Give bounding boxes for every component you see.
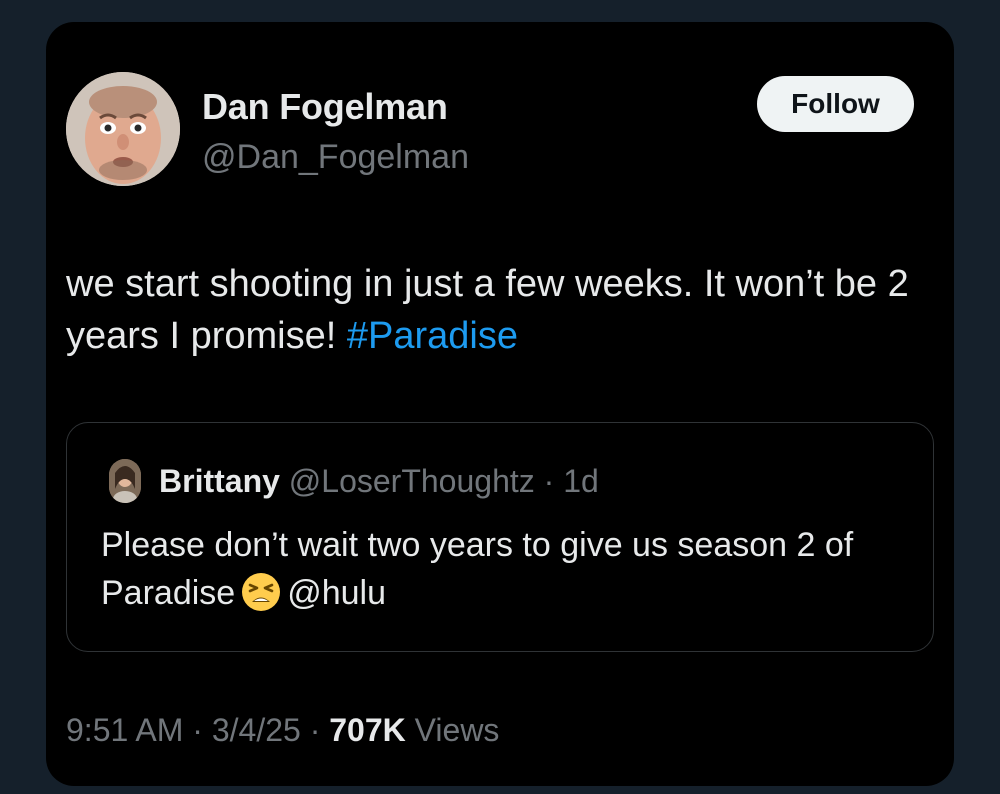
tweet-card: Dan Fogelman @Dan_Fogelman Follow we sta…	[46, 22, 954, 786]
meta-separator: ·	[183, 712, 212, 748]
views-count: 707K	[329, 712, 406, 748]
author-handle[interactable]: @Dan_Fogelman	[202, 138, 469, 177]
follow-button[interactable]: Follow	[757, 76, 914, 132]
tweet-meta: 9:51 AM · 3/4/25 · 707K Views	[66, 712, 499, 749]
quoted-tweet[interactable]: Brittany @LoserThoughtz · 1d Please don’…	[66, 422, 934, 652]
hulu-mention-link[interactable]: @hulu	[287, 574, 386, 612]
tweet-date[interactable]: 3/4/25	[212, 712, 301, 748]
views-label: Views	[414, 712, 500, 748]
author-name[interactable]: Dan Fogelman	[202, 86, 448, 128]
tweet-time[interactable]: 9:51 AM	[66, 712, 183, 748]
quoted-author-avatar[interactable]	[109, 459, 141, 503]
tired-face-emoji-icon	[241, 572, 281, 625]
meta-separator: ·	[300, 712, 330, 748]
quoted-avatar-photo-icon	[109, 459, 141, 503]
quoted-separator: ·	[534, 463, 564, 499]
quoted-author-handle[interactable]: @LoserThoughtz	[289, 463, 535, 499]
quoted-age[interactable]: 1d	[563, 463, 599, 499]
author-avatar[interactable]	[66, 72, 180, 186]
quoted-author-name[interactable]: Brittany	[159, 463, 280, 499]
quoted-header: Brittany @LoserThoughtz · 1d	[159, 463, 599, 500]
avatar-photo-icon	[66, 72, 180, 186]
tweet-text: we start shooting in just a few weeks. I…	[66, 258, 916, 362]
quoted-body-text: Please don’t wait two years to give us s…	[101, 526, 854, 612]
quoted-text: Please don’t wait two years to give us s…	[101, 521, 921, 625]
hashtag-link[interactable]: #Paradise	[347, 315, 518, 357]
